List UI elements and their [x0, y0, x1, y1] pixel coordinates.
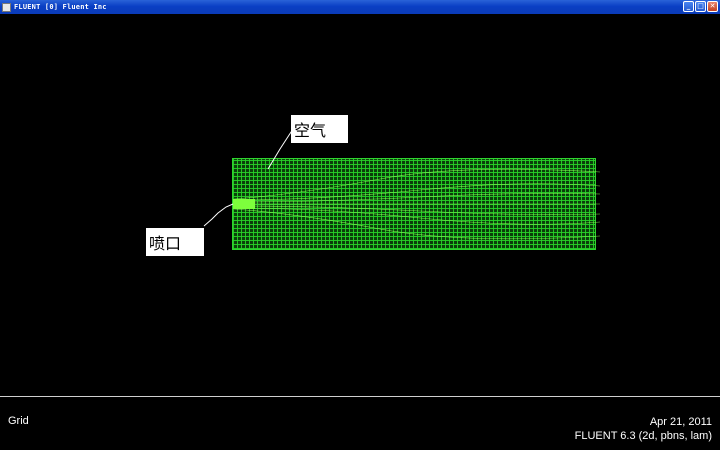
nozzle-inlet [233, 199, 255, 209]
nozzle-label: 喷口 [146, 228, 204, 256]
window-title: FLUENT [0] Fluent Inc [14, 3, 107, 11]
title-bar[interactable]: FLUENT [0] Fluent Inc _ □ ✕ [0, 0, 720, 14]
close-button[interactable]: ✕ [707, 1, 718, 12]
air-leader-line [267, 128, 294, 170]
nozzle-leader-line [203, 203, 234, 227]
display-date: Apr 21, 2011 [649, 416, 712, 428]
info-right: Apr 21, 2011 FLUENT 6.3 (2d, pbns, lam) [575, 415, 712, 443]
minimize-button[interactable]: _ [683, 1, 694, 12]
info-panel: Grid Apr 21, 2011 FLUENT 6.3 (2d, pbns, … [0, 396, 720, 450]
mesh-overlay [203, 128, 601, 240]
solver-version: FLUENT 6.3 (2d, pbns, lam) [574, 430, 712, 442]
display-name: Grid [8, 415, 29, 427]
app-icon[interactable] [2, 2, 11, 12]
maximize-button[interactable]: □ [695, 1, 706, 12]
window-controls: _ □ ✕ [683, 1, 718, 12]
jet-refinement-lines [233, 168, 601, 240]
air-label: 空气 [291, 115, 348, 143]
graphics-viewport[interactable]: 空气 喷口 [0, 14, 720, 396]
